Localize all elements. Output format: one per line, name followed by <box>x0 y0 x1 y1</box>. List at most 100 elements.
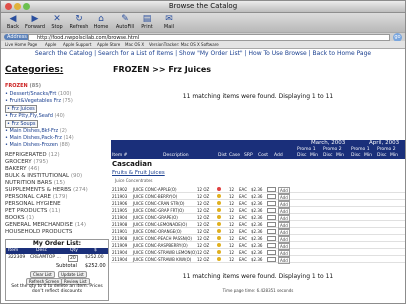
item-srp: EAC <box>239 222 247 227</box>
frozen-item-main-bkf[interactable]: • Main Dishes,Bkf-Frz (2) <box>5 128 67 134</box>
categories-heading: Categories: <box>5 65 64 75</box>
distribution-dot-icon <box>217 250 221 254</box>
table-header-months: March, 2003 April, 2003 <box>111 140 405 147</box>
item-description: JUICE CONC-STRAWB LEMON(O) <box>133 250 197 255</box>
bookmark-mac-os-x[interactable]: Mac OS X <box>125 42 144 47</box>
quantity-input[interactable] <box>267 187 276 192</box>
frozen-item-main-frozen[interactable]: • Main Dishes-Frozen (88) <box>5 142 70 148</box>
clear-list-button[interactable]: Clear List <box>30 271 55 278</box>
page-time: Time page time: 6.428351 seconds <box>222 288 294 293</box>
matching-summary-top: 11 matching items were found. Displaying… <box>182 93 334 100</box>
distribution-dot-icon <box>217 222 221 226</box>
category-books[interactable]: BOOKS (1) <box>5 215 34 221</box>
back-arrow-icon: ◀ <box>9 14 17 24</box>
bookmarks-bar: Live Home Page Apple Apple Support Apple… <box>1 41 405 49</box>
item-number: 211904 <box>112 215 128 220</box>
quantity-input[interactable] <box>267 222 276 227</box>
item-description: JUICE CONC-PEACH PASSN(O) <box>133 236 192 241</box>
autofill-icon: ✎ <box>121 14 129 24</box>
print-button[interactable]: ▤ Print <box>137 14 157 31</box>
item-cost: $2.36 <box>251 187 263 192</box>
add-item-button[interactable]: Add <box>278 257 290 264</box>
quantity-input[interactable] <box>267 257 276 262</box>
update-list-button[interactable]: Update List <box>58 271 87 278</box>
mail-button[interactable]: ✉ Mail <box>159 14 179 31</box>
category-supplements[interactable]: SUPPLEMENTS & HERBS (274) <box>5 187 88 193</box>
autofill-button[interactable]: ✎ AutoFill <box>115 14 135 31</box>
frozen-item-poultry-seafood[interactable]: • Frz Ptty,Fly,Seafd (40) <box>5 113 65 119</box>
item-size: 12 OZ <box>197 222 210 227</box>
window-title: Browse the Catalog <box>168 2 238 10</box>
quantity-input[interactable] <box>267 215 276 220</box>
item-case: 12 <box>229 250 235 255</box>
bookmark-versiontracker[interactable]: VersionTracker: Mac OS X Software <box>149 42 219 47</box>
category-personal-care[interactable]: PERSONAL CARE (179) <box>5 194 68 200</box>
distribution-dot-icon <box>217 257 221 261</box>
item-number: 211905 <box>112 208 128 213</box>
item-description: JUICE CONC-STRAWB KIWI(O) <box>133 257 192 262</box>
home-icon: ⌂ <box>98 14 104 24</box>
quantity-input[interactable] <box>267 201 276 206</box>
category-household-products[interactable]: HOUSEHOLD PRODUCTS <box>5 229 72 235</box>
distribution-dot-icon <box>217 243 221 247</box>
item-size: 12 OZ <box>197 236 210 241</box>
address-bar: Address http://food.nwpolscilab.com/brow… <box>1 32 405 42</box>
quantity-input[interactable] <box>267 250 276 255</box>
category-refrigerated[interactable]: REFRIGERATED (12) <box>5 152 60 158</box>
quantity-input[interactable] <box>267 208 276 213</box>
frozen-item-main-pack[interactable]: • Main Dishes,Pack-Frz (14) <box>5 135 74 141</box>
item-cost: $2.36 <box>251 250 263 255</box>
stop-button[interactable]: ✕ Stop <box>47 14 67 31</box>
item-cost: $2.36 <box>251 194 263 199</box>
quantity-input[interactable] <box>267 243 276 248</box>
category-personal-hygiene[interactable]: PERSONAL HYGIENE <box>5 201 61 207</box>
forward-button[interactable]: ▶ Forward <box>25 14 45 31</box>
refresh-button[interactable]: ↻ Refresh <box>69 14 89 31</box>
quantity-input[interactable] <box>267 229 276 234</box>
bookmark-apple[interactable]: Apple <box>45 42 56 47</box>
quantity-input[interactable] <box>267 236 276 241</box>
item-size: 12 OZ <box>197 250 210 255</box>
bookmark-live-home-page[interactable]: Live Home Page <box>5 42 37 47</box>
bookmark-apple-support[interactable]: Apple Support <box>63 42 91 47</box>
frozen-heading[interactable]: FROZEN (85) <box>5 83 41 89</box>
quantity-input[interactable] <box>267 194 276 199</box>
category-bakery[interactable]: BAKERY (46) <box>5 166 40 172</box>
table-row: 211904 JUICE CONC-GRAPE(O) 12 OZ 12 EAC $2.36… <box>111 214 405 222</box>
item-case: 12 <box>229 229 235 234</box>
category-nutrition-bars[interactable]: NUTRITION BARS (15) <box>5 180 65 186</box>
back-button[interactable]: ◀ Back <box>3 14 23 31</box>
home-button[interactable]: ⌂ Home <box>91 14 111 31</box>
table-row: 211904 JUICE CONC-STRAWB KIWI(O) 12 OZ 12 EA… <box>111 256 405 264</box>
browser-window: Browse the Catalog ◀ Back ▶ Forward ✕ Stop … <box>0 0 406 304</box>
order-qty-input[interactable]: 20 <box>68 255 78 262</box>
item-size: 12 OZ <box>197 229 210 234</box>
subcategory-link[interactable]: Fruits & Fruit Juices <box>112 170 165 176</box>
category-grocery[interactable]: GROCERY (795) <box>5 159 48 165</box>
frozen-item-frz-soups[interactable]: • Frz Soups <box>5 120 38 128</box>
bookmark-apple-store[interactable]: Apple Store <box>97 42 120 47</box>
frozen-item-fruit-vegetables[interactable]: • Fruit&Vegetables Frz (75) <box>5 98 73 104</box>
print-icon: ▤ <box>142 14 152 24</box>
title-bar: Browse the Catalog <box>1 1 405 13</box>
url-input[interactable]: http://food.nwpolscilab.com/browse.html <box>28 34 390 41</box>
distribution-dot-icon <box>217 187 221 191</box>
order-note: Set the qty to 0 to delete an item. Pric… <box>11 284 103 294</box>
item-case: 12 <box>229 215 235 220</box>
item-number: 211902 <box>112 187 128 192</box>
top-navigation[interactable]: Search the Catalog | Search for a List o… <box>1 49 405 58</box>
category-pet-products[interactable]: PET PRODUCTS (11) <box>5 208 60 214</box>
item-cost: $2.36 <box>251 243 263 248</box>
refresh-icon: ↻ <box>75 14 83 24</box>
item-description: JUICE CONC-ORANGE(O) <box>133 229 182 234</box>
item-srp: EAC <box>239 215 247 220</box>
category-bulk[interactable]: BULK & INSTITUTIONAL (90) <box>5 173 82 179</box>
distribution-dot-icon <box>217 194 221 198</box>
item-case: 12 <box>229 257 235 262</box>
frozen-item-frz-juices[interactable]: • Frz Juices <box>5 105 37 113</box>
item-srp: EAC <box>239 194 247 199</box>
frozen-item-desserts[interactable]: • Dessert/Snacks/Frt (100) <box>5 91 71 97</box>
item-cost: $2.36 <box>251 215 263 220</box>
distribution-dot-icon <box>217 208 221 212</box>
category-general-merchandise[interactable]: GENERAL MERCHANDISE (14) <box>5 222 86 228</box>
